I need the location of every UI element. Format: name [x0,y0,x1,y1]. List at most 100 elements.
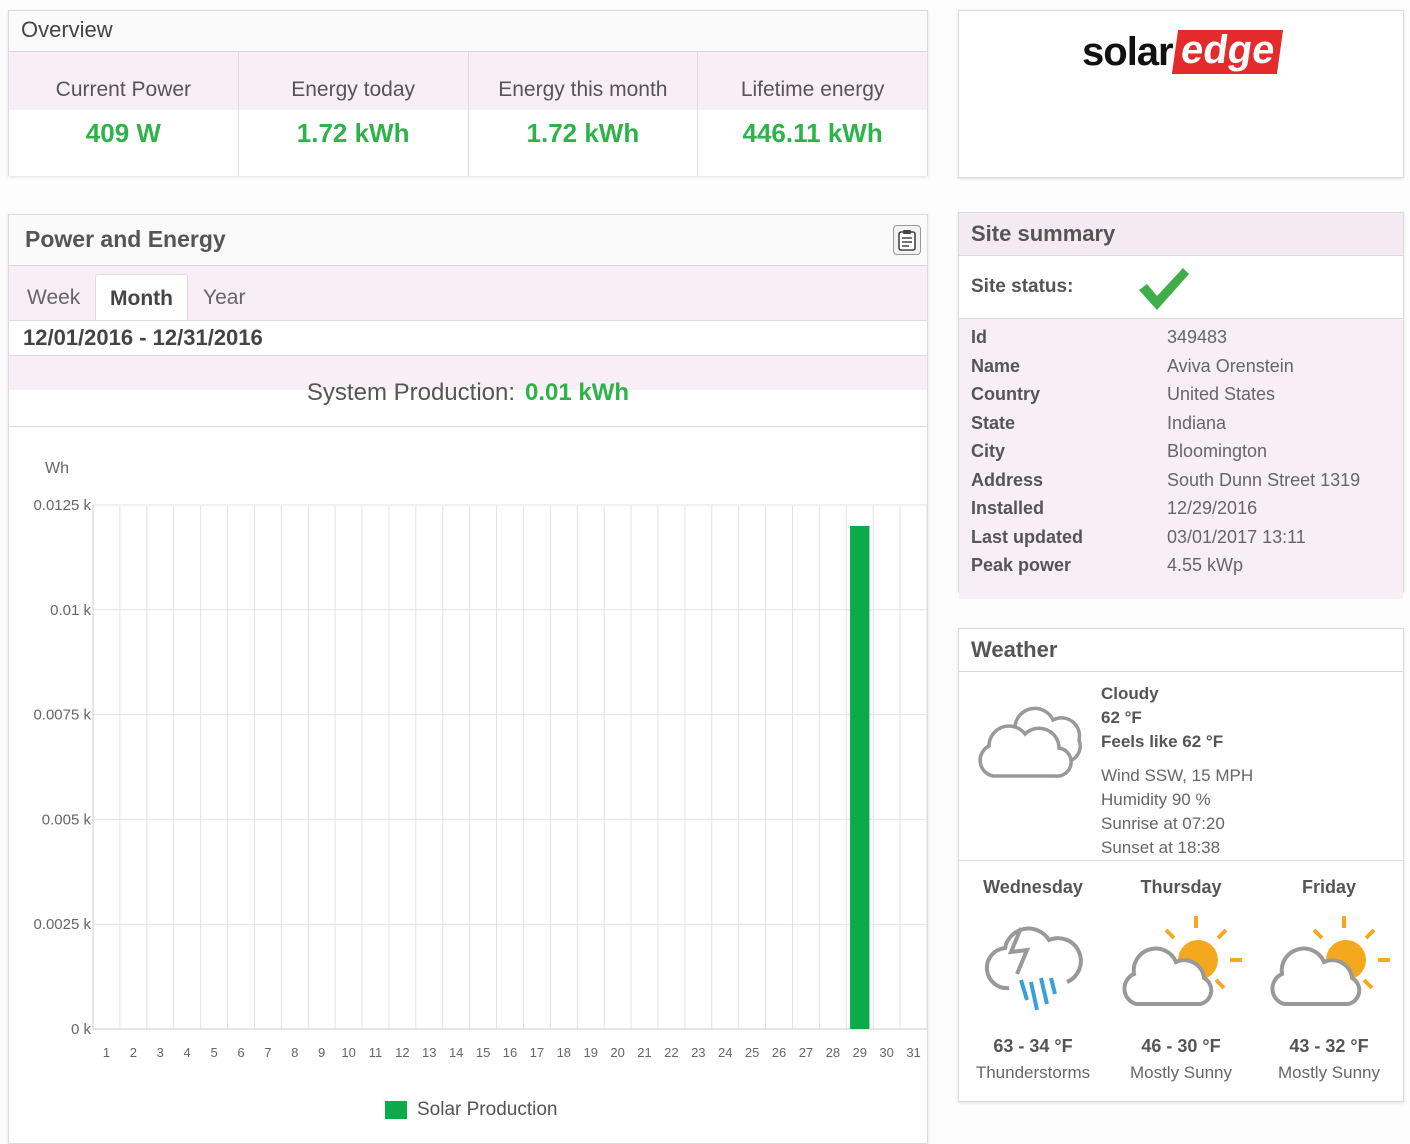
logo-edge-text: edge [1171,28,1284,74]
site-info-key: Country [971,384,1040,404]
x-tick-label: 18 [557,1045,571,1060]
tab-month[interactable]: Month [95,274,188,320]
system-production-value: 0.01 kWh [525,379,630,406]
y-tick-label: 0.0125 k [33,497,91,514]
x-tick-label: 1 [103,1045,110,1060]
site-info-row: Name Aviva Orenstein [959,356,1403,385]
site-info-value: 4.55 kWp [1167,555,1244,575]
x-tick-label: 31 [906,1045,920,1060]
y-tick-label: 0 k [71,1021,92,1038]
sunset: Sunset at 18:38 [1101,838,1221,857]
checkmark-icon [1139,268,1189,310]
site-info-value: 349483 [1167,327,1228,347]
site-summary-title: Site summary [959,213,1403,256]
energy-today-label: Energy today [291,78,415,101]
site-info-row: Installed 12/29/2016 [959,498,1403,527]
forecast-temp: 43 - 32 °F [1289,1036,1369,1056]
sunrise: Sunrise at 07:20 [1101,814,1225,833]
forecast-day-2: Thursday 46 - 30 °F Mostly Sunny [1107,861,1255,1101]
site-info-value: South Dunn Street 1319 [1167,469,1361,490]
site-info-key: Peak power [971,555,1072,575]
tab-week[interactable]: Week [13,274,94,320]
logo-panel: solar edge [958,10,1404,178]
x-tick-label: 20 [610,1045,624,1060]
forecast-desc: Mostly Sunny [1129,1063,1233,1082]
x-tick-label: 23 [691,1045,705,1060]
weather-panel: Weather Cloudy 62 °F Feels like 62 °F Wi… [958,628,1404,1102]
forecast-day-name: Wednesday [983,877,1083,897]
x-tick-label: 4 [184,1045,191,1060]
cloud-icon [978,706,1082,778]
x-tick-label: 6 [237,1045,244,1060]
thunderstorm-icon [984,926,1083,1011]
site-info-row: City Bloomington [959,441,1403,470]
site-info-key: Name [971,355,1021,376]
partly-sunny-icon [1122,916,1242,1006]
site-info-table: Id 349483 Name Aviva Orenstein Country United… [959,319,1403,599]
humidity: Humidity 90 % [1101,790,1211,809]
y-tick-label: 0.005 k [42,811,92,828]
site-info-row: Address South Dunn Street 1319 [959,470,1403,499]
y-axis-label: Wh [45,460,69,477]
lifetime-energy-value: 446.11 kWh [742,118,883,148]
x-tick-label: 13 [422,1045,436,1060]
site-info-key: Last updated [971,526,1084,547]
x-tick-label: 17 [530,1045,544,1060]
x-tick-label: 14 [449,1045,463,1060]
site-info-key: Installed [971,498,1045,518]
wind: Wind SSW, 15 MPH [1101,766,1254,785]
site-info-key: Id [971,327,987,347]
power-energy-title: Power and Energy [25,226,226,252]
x-tick-label: 24 [718,1045,732,1060]
energy-month-value: 1.72 kWh [526,118,640,148]
site-info-value: 03/01/2017 13:11 [1167,526,1306,547]
x-tick-label: 28 [826,1045,840,1060]
x-tick-label: 19 [583,1045,597,1060]
x-tick-label: 22 [664,1045,678,1060]
forecast-desc: Thunderstorms [975,1063,1091,1082]
chart-bar [850,525,870,1029]
site-info-value: United States [1167,384,1276,404]
weather-title: Weather [959,629,1403,672]
site-info-row: Id 349483 [959,327,1403,356]
clipboard-icon [898,230,916,251]
site-summary-panel: Site summary Site status: Id 349483 Name Av… [958,212,1404,599]
x-tick-label: 9 [318,1045,325,1060]
forecast-desc: Mostly Sunny [1277,1063,1381,1082]
logo-solar-text: solar [1082,29,1174,74]
x-tick-label: 3 [157,1045,164,1060]
x-tick-label: 25 [745,1045,759,1060]
x-tick-label: 5 [210,1045,217,1060]
energy-today-cell: Energy today 1.72 kWh [238,52,469,176]
site-info-key: Address [971,469,1044,490]
export-button[interactable] [893,225,921,255]
x-tick-label: 26 [772,1045,786,1060]
current-power-value: 409 W [85,118,161,148]
x-tick-label: 27 [799,1045,813,1060]
overview-panel: Overview Current Power 409 W Energy toda… [8,10,928,176]
site-info-key: State [971,412,1016,433]
tab-year[interactable]: Year [189,274,259,320]
site-info-row: Last updated 03/01/2017 13:11 [959,527,1403,556]
x-tick-label: 2 [130,1045,137,1060]
site-info-value: Indiana [1167,412,1227,433]
current-condition: Cloudy [1101,684,1159,703]
forecast-temp: 46 - 30 °F [1141,1036,1221,1056]
chart-legend[interactable]: Solar Production [385,1099,557,1121]
lifetime-energy-label: Lifetime energy [740,78,885,101]
site-info-value: Bloomington [1167,441,1268,461]
y-tick-label: 0.0075 k [33,707,91,724]
legend-swatch [385,1101,407,1119]
site-info-row: Peak power 4.55 kWp [959,555,1403,584]
y-tick-label: 0.01 k [50,602,91,619]
solaredge-logo: solar edge [1082,28,1284,75]
energy-month-cell: Energy this month 1.72 kWh [468,52,699,176]
x-tick-label: 29 [853,1045,867,1060]
site-info-key: City [971,441,1006,461]
site-info-row: State Indiana [959,413,1403,442]
energy-today-value: 1.72 kWh [296,118,410,148]
forecast-day-1: Wednesday 63 - 34 °F Thunderstorms [959,861,1107,1101]
site-info-value: 12/29/2016 [1167,498,1258,518]
x-tick-label: 11 [369,1045,383,1060]
date-range: 12/01/2016 - 12/31/2016 [9,321,927,356]
